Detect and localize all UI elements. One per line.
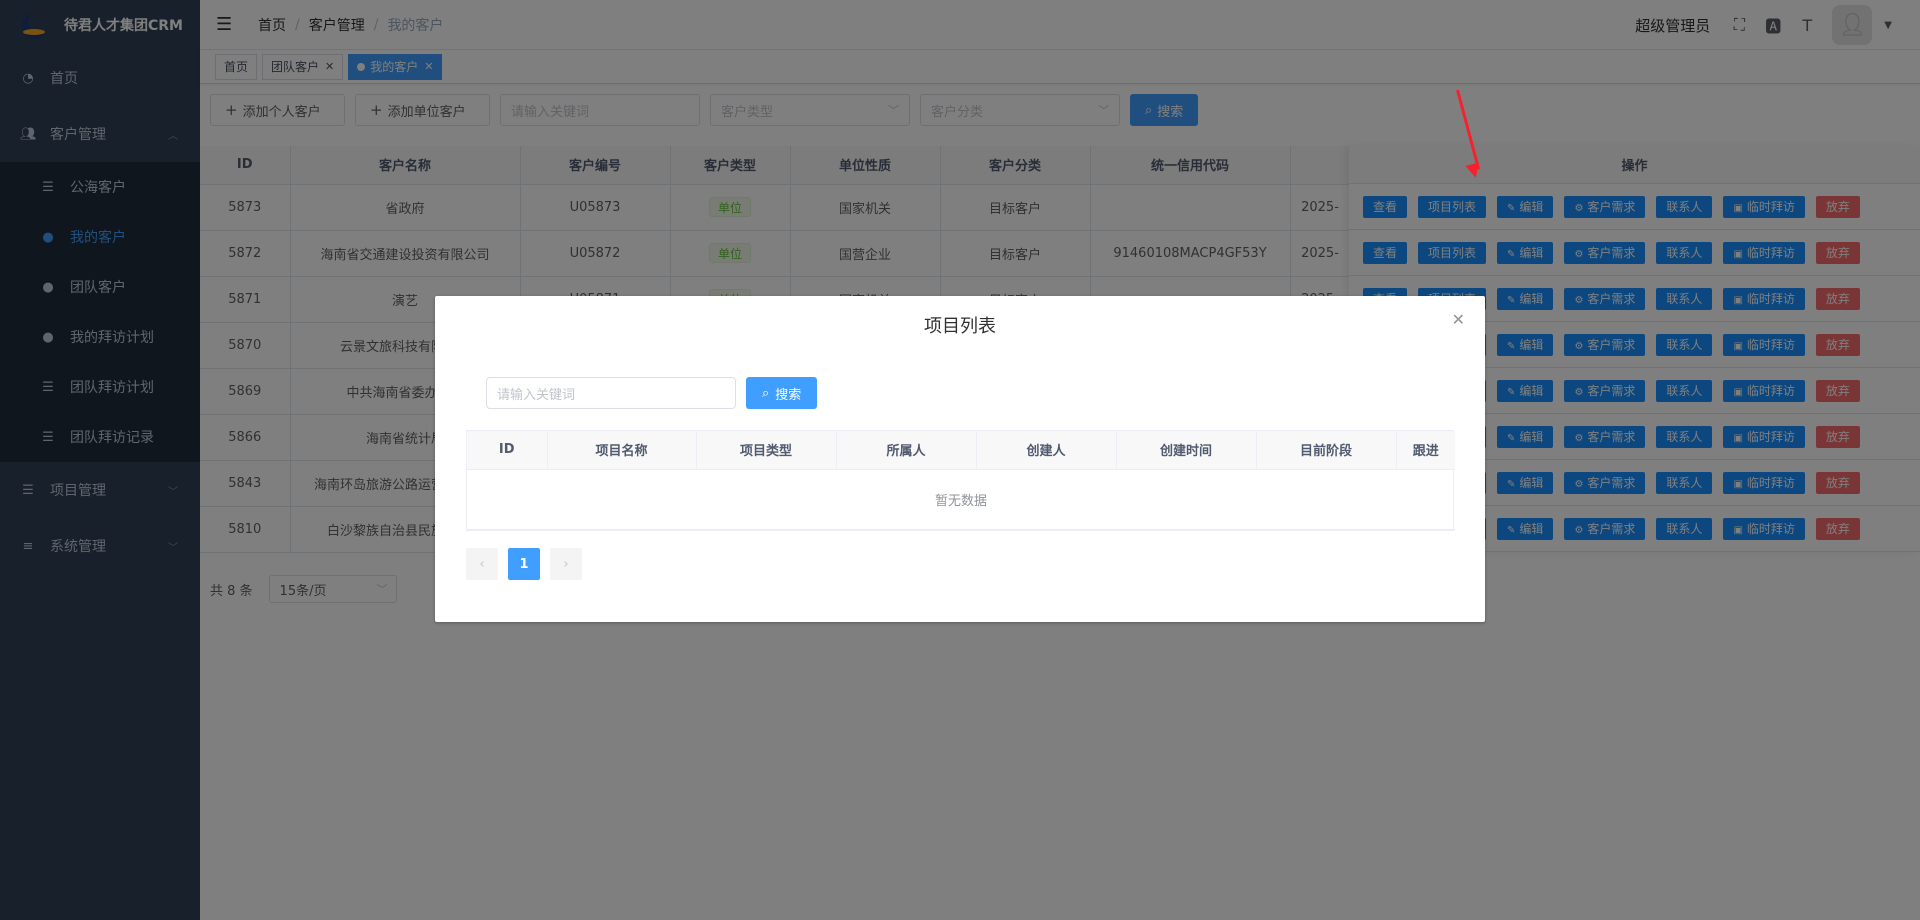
button-label: 搜索	[775, 387, 802, 403]
column-header: 创建时间	[1116, 431, 1257, 470]
page-number-button[interactable]: 1	[508, 548, 540, 580]
input-placeholder: 请输入关键词	[497, 387, 576, 403]
column-header: 所属人	[836, 431, 977, 470]
dialog-keyword-input[interactable]: 请输入关键词	[486, 377, 736, 409]
column-header: 目前阶段	[1256, 431, 1397, 470]
column-header: 项目名称	[547, 431, 697, 470]
dialog-pagination: ‹ 1 ›	[466, 548, 592, 580]
dialog-search-bar: 请输入关键词 ⌕ 搜索	[486, 377, 818, 409]
column-header: 跟进	[1396, 431, 1455, 470]
empty-row: 暂无数据	[467, 469, 1455, 530]
prev-page-button[interactable]: ‹	[466, 548, 498, 580]
table-header-row: ID 项目名称 项目类型 所属人 创建人 创建时间 目前阶段 跟进	[467, 431, 1455, 470]
column-header: 创建人	[976, 431, 1117, 470]
empty-text: 暂无数据	[467, 469, 1455, 530]
dialog-search-button[interactable]: ⌕ 搜索	[746, 377, 818, 409]
close-icon[interactable]: ✕	[1452, 310, 1465, 329]
dialog-title: 项目列表	[924, 316, 996, 337]
search-icon: ⌕	[762, 385, 770, 401]
project-table: ID 项目名称 项目类型 所属人 创建人 创建时间 目前阶段 跟进 暂无数据	[466, 430, 1455, 531]
project-list-dialog: 项目列表 ✕ 请输入关键词 ⌕ 搜索 ID 项目名称 项目类型 所属人 创建人 创…	[435, 296, 1485, 622]
column-header: 项目类型	[696, 431, 837, 470]
next-page-button[interactable]: ›	[550, 548, 582, 580]
column-header: ID	[467, 431, 548, 470]
